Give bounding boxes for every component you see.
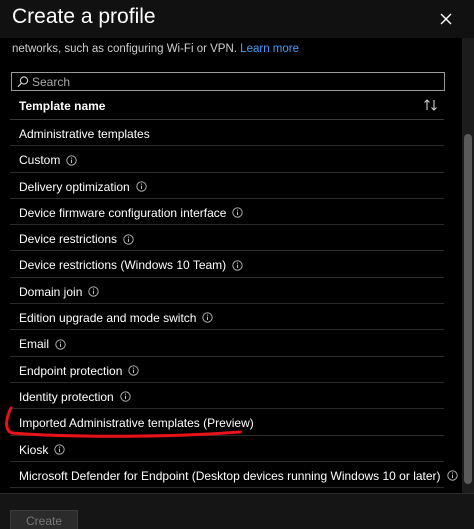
info-icon[interactable] [128,365,140,376]
search-icon [16,75,30,89]
template-row-label: Device restrictions [19,232,134,246]
panel-body: networks, such as configuring Wi-Fi or V… [0,38,462,493]
template-row[interactable]: Kiosk [10,436,444,462]
template-row-text: Domain join [19,284,83,299]
template-row-text: Device restrictions (Windows 10 Team) [19,258,227,273]
template-row-text: Administrative templates [19,127,150,141]
template-row-label: Administrative templates [19,127,150,141]
template-row-label: Device firmware configuration interface [19,205,244,220]
template-row[interactable]: Identity protection [10,383,444,410]
template-row-label: Microsoft Defender for Endpoint (Desktop… [19,469,458,483]
template-row[interactable]: Device firmware configuration interface [10,199,444,226]
template-row[interactable]: Email [10,330,444,357]
template-row-label: Edition upgrade and mode switch [19,311,214,326]
scrollbar[interactable] [462,38,474,493]
template-row[interactable]: Device restrictions [10,225,444,252]
template-row[interactable]: Microsoft Defender for Endpoint (Desktop… [10,462,458,489]
template-row-label: Endpoint protection [19,363,140,378]
template-row[interactable]: Imported Administrative templates (Previ… [10,409,444,436]
template-row-label: Kiosk [19,443,65,457]
template-row[interactable]: Endpoint protection [10,357,444,383]
template-row-label: Device restrictions (Windows 10 Team) [19,258,243,272]
info-icon[interactable] [446,470,458,481]
template-row[interactable]: Custom [10,146,444,173]
info-icon[interactable] [232,260,243,271]
close-button[interactable] [435,8,457,30]
template-row-text: Device restrictions [19,232,118,247]
template-row-label: Delivery optimization [19,180,147,194]
info-icon[interactable] [66,154,77,166]
page-title: Create a profile [12,5,156,28]
template-row[interactable]: Administrative templates [10,120,444,147]
template-row-label: Email [19,337,66,351]
template-row-text: Device firmware configuration interface [19,205,227,220]
create-button[interactable]: Create [10,510,78,529]
template-row-label: Imported Administrative templates (Previ… [19,416,254,430]
template-row[interactable]: Domain join [10,278,444,305]
info-icon[interactable] [88,286,100,297]
template-row-label: Custom [19,153,77,167]
panel-footer: Create [0,493,474,529]
info-icon[interactable] [123,233,134,245]
panel-header: Create a profile [0,0,474,38]
info-icon[interactable] [232,207,244,218]
template-row-text: Microsoft Defender for Endpoint (Desktop… [19,468,441,483]
column-header-template-name[interactable]: Template name [10,91,444,120]
info-icon[interactable] [54,444,65,455]
description: networks, such as configuring Wi-Fi or V… [12,43,299,55]
close-icon [435,8,457,30]
scrollbar-thumb[interactable] [464,134,472,484]
template-row[interactable]: Delivery optimization [10,173,444,199]
template-row-text: Imported Administrative templates (Previ… [19,416,254,431]
search-box[interactable] [11,72,445,91]
template-row-text: Kiosk [19,442,49,457]
template-row[interactable]: Edition upgrade and mode switch [10,304,444,331]
column-header-label: Template name [19,99,106,113]
info-icon[interactable] [55,339,66,350]
search-input[interactable] [32,73,437,90]
template-row-text: Edition upgrade and mode switch [19,311,197,326]
info-icon[interactable] [136,181,147,192]
template-row[interactable]: Device restrictions (Windows 10 Team) [10,251,444,278]
sort-icon[interactable] [423,98,439,112]
learn-more-link[interactable]: Learn more [240,43,299,55]
template-row-label: Identity protection [19,390,131,404]
description-text: networks, such as configuring Wi-Fi or V… [12,43,237,55]
template-row-text: Email [19,337,50,352]
template-row-text: Endpoint protection [19,363,123,378]
info-icon[interactable] [120,391,131,402]
info-icon[interactable] [202,312,214,324]
template-row-text: Delivery optimization [19,179,130,194]
template-list: Administrative templates Custom Delivery o… [10,120,458,493]
template-row-label: Domain join [19,284,100,299]
template-row-text: Custom [19,153,61,168]
template-row-text: Identity protection [19,389,114,404]
